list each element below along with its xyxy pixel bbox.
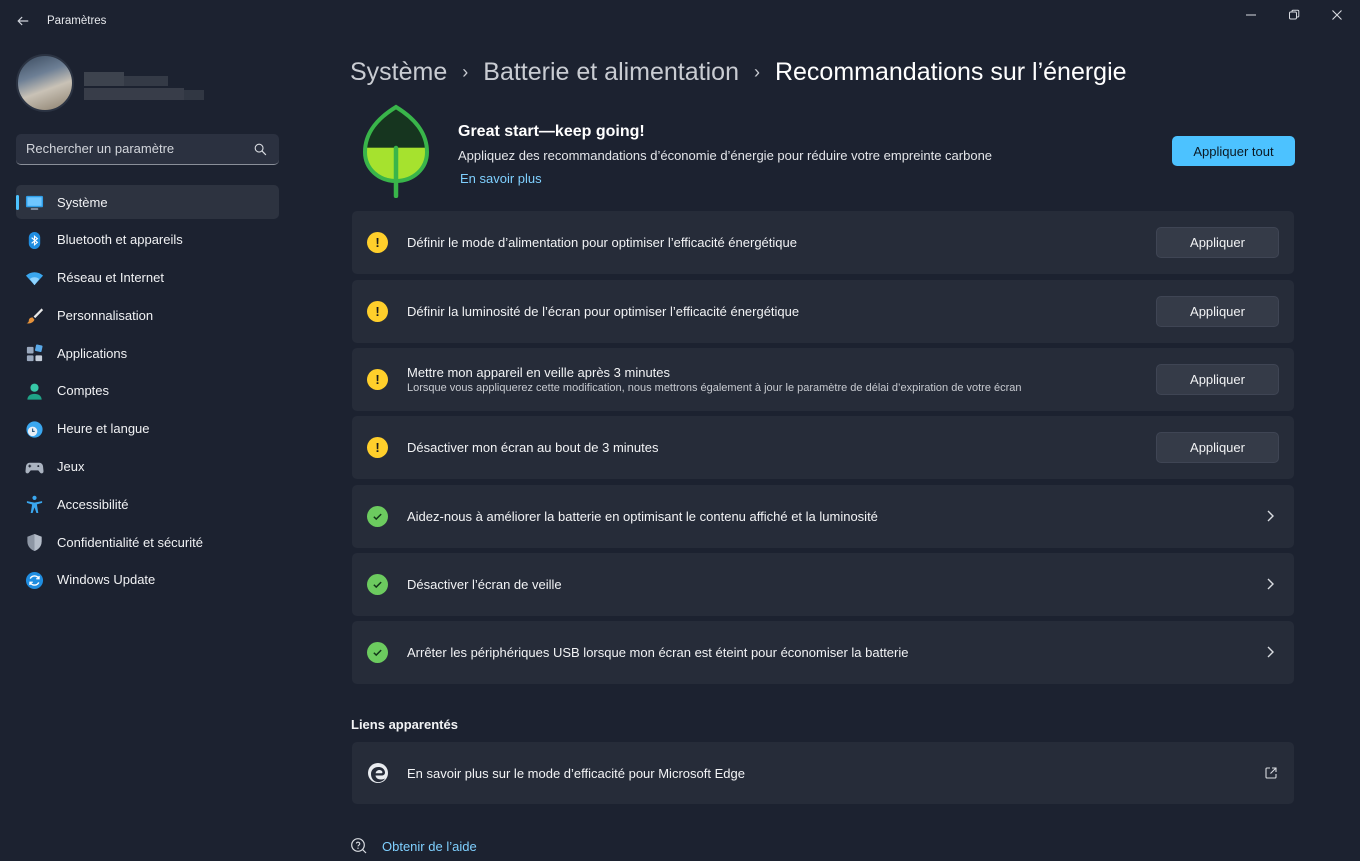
sidebar-item-label: Comptes [57,383,110,399]
search-input[interactable] [26,141,246,156]
related-links-title: Liens apparentés [351,717,458,732]
warning-icon: ! [367,437,388,458]
sidebar-item-systeme[interactable]: Système [16,185,279,219]
page-title: Recommandations sur l’énergie [774,57,1127,86]
recommendation-description: Lorsque vous appliquerez cette modificat… [407,382,1022,394]
sidebar-item-bluetooth[interactable]: Bluetooth et appareils [16,223,279,257]
sidebar-item-accessibilite[interactable]: Accessibilité [16,487,279,521]
apply-button[interactable]: Appliquer [1156,227,1279,258]
external-link-icon[interactable] [1264,766,1278,780]
recommendation-label: Arrêter les périphériques USB lorsque mo… [407,645,909,660]
breadcrumb-batterie[interactable]: Batterie et alimentation [483,58,739,87]
brush-icon [26,308,44,324]
avatar[interactable] [16,54,74,112]
get-help-label: Obtenir de l’aide [382,839,477,854]
sidebar-item-heure[interactable]: Heure et langue [16,412,279,446]
breadcrumb: Système › Batterie et alimentation › Rec… [350,54,1127,90]
warning-icon: ! [367,369,388,390]
sidebar-item-label: Accessibilité [57,496,129,512]
sidebar-item-confidentialite[interactable]: Confidentialité et sécurité [16,525,279,559]
sidebar-item-label: Heure et langue [57,421,150,437]
recommendation-label: Désactiver l’écran de veille [407,577,562,592]
sidebar-item-applications[interactable]: Applications [16,336,279,370]
warning-icon: ! [367,232,388,253]
recommendation-row[interactable]: Désactiver l’écran de veille [352,553,1294,616]
apply-all-button[interactable]: Appliquer tout [1172,136,1295,166]
recommendation-row[interactable]: Arrêter les périphériques USB lorsque mo… [352,621,1294,684]
restore-icon[interactable] [1272,0,1316,30]
learn-more-link[interactable]: En savoir plus [460,171,542,186]
recommendation-row: ! Mettre mon appareil en veille après 3 … [352,348,1294,411]
back-arrow-icon[interactable] [12,10,34,32]
edge-efficiency-link[interactable]: En savoir plus sur le mode d’efficacité … [352,742,1294,804]
recommendation-row: ! Définir la luminosité de l’écran pour … [352,280,1294,343]
sidebar-nav: Système Bluetooth et appareils Réseau et… [16,185,279,601]
sidebar-item-windows-update[interactable]: Windows Update [16,563,279,597]
wifi-icon [25,271,44,285]
redacted-username [84,64,204,104]
breadcrumb-systeme[interactable]: Système [350,58,447,87]
recommendation-label: Définir la luminosité de l’écran pour op… [407,304,800,319]
recommendation-label: Mettre mon appareil en veille après 3 mi… [407,365,671,380]
sidebar-item-reseau[interactable]: Réseau et Internet [16,261,279,295]
shield-icon [27,534,42,552]
sidebar-item-label: Jeux [57,459,85,475]
sidebar-item-label: Applications [57,345,128,361]
system-icon [25,195,44,210]
close-icon[interactable] [1315,0,1359,30]
energy-hero: Great start—keep going! Appliquez des re… [352,100,1295,200]
recommendation-row: ! Désactiver mon écran au bout de 3 minu… [352,416,1294,479]
account-icon [27,383,42,400]
recommendation-label: Désactiver mon écran au bout de 3 minute… [407,440,659,455]
apps-icon [26,344,43,362]
related-link-label: En savoir plus sur le mode d’efficacité … [407,766,745,781]
help-icon [351,838,367,854]
checkmark-icon [367,642,388,663]
sidebar-item-comptes[interactable]: Comptes [16,374,279,408]
sidebar-item-jeux[interactable]: Jeux [16,450,279,484]
search-box[interactable] [16,134,279,165]
apply-button[interactable]: Appliquer [1156,432,1279,463]
recommendation-label: Définir le mode d’alimentation pour opti… [407,235,797,250]
title-bar: Paramètres [0,0,1360,44]
clock-globe-icon [26,421,43,438]
accessibility-icon [26,496,43,514]
chevron-right-icon[interactable] [1262,643,1278,661]
chevron-right-icon[interactable] [1262,507,1278,525]
search-icon[interactable] [254,143,267,156]
recommendation-label: Aidez-nous à améliorer la batterie en op… [407,509,878,524]
sidebar-item-label: Système [57,194,108,210]
update-icon [25,571,44,590]
checkmark-icon [367,506,388,527]
sidebar-item-label: Réseau et Internet [57,270,164,286]
leaf-icon [362,104,430,198]
breadcrumb-separator: › [462,61,469,82]
bluetooth-icon [28,231,41,249]
user-profile[interactable] [16,54,204,112]
recommendation-row[interactable]: Aidez-nous à améliorer la batterie en op… [352,485,1294,548]
sidebar-item-label: Windows Update [57,572,156,588]
apply-button[interactable]: Appliquer [1156,296,1279,327]
chevron-right-icon[interactable] [1262,575,1278,593]
hero-title: Great start—keep going! [458,123,645,140]
window-title: Paramètres [47,15,107,27]
sidebar-item-label: Bluetooth et appareils [57,232,183,248]
breadcrumb-separator: › [753,61,760,82]
gamepad-icon [25,462,44,473]
sidebar-item-label: Confidentialité et sécurité [57,534,203,550]
checkmark-icon [367,574,388,595]
sidebar-item-label: Personnalisation [57,307,154,323]
hero-subtitle: Appliquez des recommandations d’économie… [458,148,993,163]
sidebar-item-personnalisation[interactable]: Personnalisation [16,298,279,332]
recommendation-row: ! Définir le mode d’alimentation pour op… [352,211,1294,274]
apply-button[interactable]: Appliquer [1156,364,1279,395]
edge-icon [368,763,388,783]
minimize-icon[interactable] [1229,0,1273,30]
warning-icon: ! [367,301,388,322]
